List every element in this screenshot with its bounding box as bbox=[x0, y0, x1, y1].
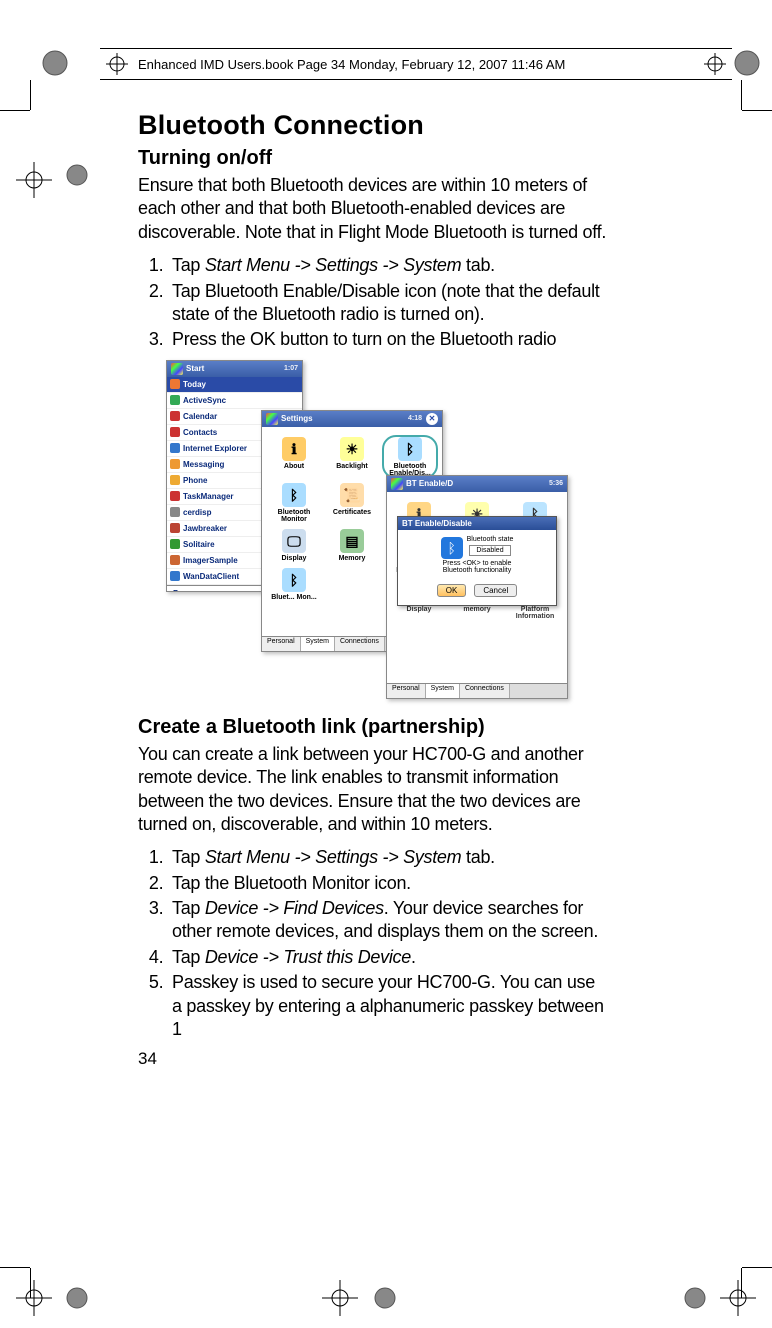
registration-mark bbox=[320, 1278, 360, 1318]
registration-mark bbox=[14, 160, 54, 200]
registration-mark bbox=[14, 1278, 54, 1318]
heading-turning-on-off: Turning on/off bbox=[138, 147, 608, 170]
dialog-title: BT Enable/Disable bbox=[398, 517, 556, 530]
bluetooth-icon: ᛒ bbox=[441, 537, 463, 559]
cancel-button[interactable]: Cancel bbox=[474, 584, 517, 597]
registration-dot bbox=[370, 1283, 400, 1313]
registration-dot bbox=[40, 48, 70, 78]
registration-mark bbox=[106, 53, 128, 75]
ok-button[interactable]: OK bbox=[437, 584, 467, 597]
registration-dot bbox=[62, 1283, 92, 1313]
header-text: Enhanced IMD Users.book Page 34 Monday, … bbox=[128, 57, 704, 72]
state-value: Disabled bbox=[469, 545, 510, 556]
close-icon[interactable]: ✕ bbox=[426, 413, 438, 425]
windows-icon bbox=[391, 478, 403, 490]
icon-display[interactable]: 🖵Display bbox=[266, 527, 322, 564]
pda3-titlebar: BT Enable/D 5:36 bbox=[387, 476, 567, 492]
registration-mark bbox=[704, 53, 726, 75]
page-number: 34 bbox=[138, 1049, 608, 1069]
dialog-msg: Bluetooth functionality bbox=[404, 567, 550, 574]
icon-about[interactable]: ℹAbout bbox=[266, 435, 322, 479]
figure-pda-screens: Start 1:07 Today ActiveSync Calendar Con… bbox=[166, 360, 566, 700]
icon-memory[interactable]: ▤Memory bbox=[324, 527, 380, 564]
windows-icon bbox=[266, 413, 278, 425]
tab-connections[interactable]: Connections bbox=[460, 684, 510, 698]
page-content: Bluetooth Connection Turning on/off Ensu… bbox=[138, 110, 608, 1079]
section1-steps: Tap Start Menu -> Settings -> System tab… bbox=[138, 254, 608, 352]
list-item: Tap Bluetooth Enable/Disable icon (note … bbox=[168, 280, 608, 327]
list-item: Press the OK button to turn on the Bluet… bbox=[168, 328, 608, 351]
section1-intro: Ensure that both Bluetooth devices are w… bbox=[138, 174, 608, 244]
bt-enable-dialog: BT Enable/Disable ᛒ Bluetooth state Disa… bbox=[397, 516, 557, 606]
windows-icon bbox=[171, 363, 183, 375]
list-item: Passkey is used to secure your HC700-G. … bbox=[168, 971, 608, 1041]
icon-bluetooth-enable-highlighted[interactable]: ᛒBluetooth Enable/Dis... bbox=[382, 435, 438, 479]
dialog-msg: Press <OK> to enable bbox=[404, 560, 550, 567]
pda-bt-enable: BT Enable/D 5:36 ℹAbo... ☀ ᛒ...th Dis...… bbox=[386, 475, 568, 699]
state-label: Bluetooth state bbox=[467, 536, 514, 543]
registration-dot bbox=[680, 1283, 710, 1313]
icon-bluetooth-monitor[interactable]: ᛒBluetooth Monitor bbox=[266, 481, 322, 525]
tab-personal[interactable]: Personal bbox=[262, 637, 301, 651]
list-item: Tap Start Menu -> Settings -> System tab… bbox=[168, 846, 608, 869]
menu-item-today[interactable]: Today bbox=[167, 377, 302, 393]
tab-personal[interactable]: Personal bbox=[387, 684, 426, 698]
tab-connections[interactable]: Connections bbox=[335, 637, 385, 651]
list-item: Tap Start Menu -> Settings -> System tab… bbox=[168, 254, 608, 277]
icon-backlight[interactable]: ☀Backlight bbox=[324, 435, 380, 479]
section2-intro: You can create a link between your HC700… bbox=[138, 743, 608, 837]
icon-certificates[interactable]: 📜Certificates bbox=[324, 481, 380, 525]
list-item: Tap the Bluetooth Monitor icon. bbox=[168, 872, 608, 895]
pda2-titlebar: Settings 4:18 ✕ bbox=[262, 411, 442, 427]
registration-mark bbox=[718, 1278, 758, 1318]
menu-item[interactable]: ActiveSync bbox=[167, 393, 302, 409]
icon-generic[interactable]: ᛒBluet... Mon... bbox=[266, 566, 322, 603]
tab-system[interactable]: System bbox=[301, 637, 335, 651]
header-bar: Enhanced IMD Users.book Page 34 Monday, … bbox=[100, 48, 732, 80]
registration-dot bbox=[62, 160, 92, 190]
tab-system[interactable]: System bbox=[426, 684, 460, 698]
list-item: Tap Device -> Trust this Device. bbox=[168, 946, 608, 969]
pda3-tabs: Personal System Connections bbox=[387, 683, 567, 698]
registration-dot bbox=[732, 48, 762, 78]
section2-steps: Tap Start Menu -> Settings -> System tab… bbox=[138, 846, 608, 1041]
heading-bluetooth-connection: Bluetooth Connection bbox=[138, 110, 608, 141]
list-item: Tap Device -> Find Devices. Your device … bbox=[168, 897, 608, 944]
heading-create-link: Create a Bluetooth link (partnership) bbox=[138, 716, 608, 739]
pda1-titlebar: Start 1:07 bbox=[167, 361, 302, 377]
